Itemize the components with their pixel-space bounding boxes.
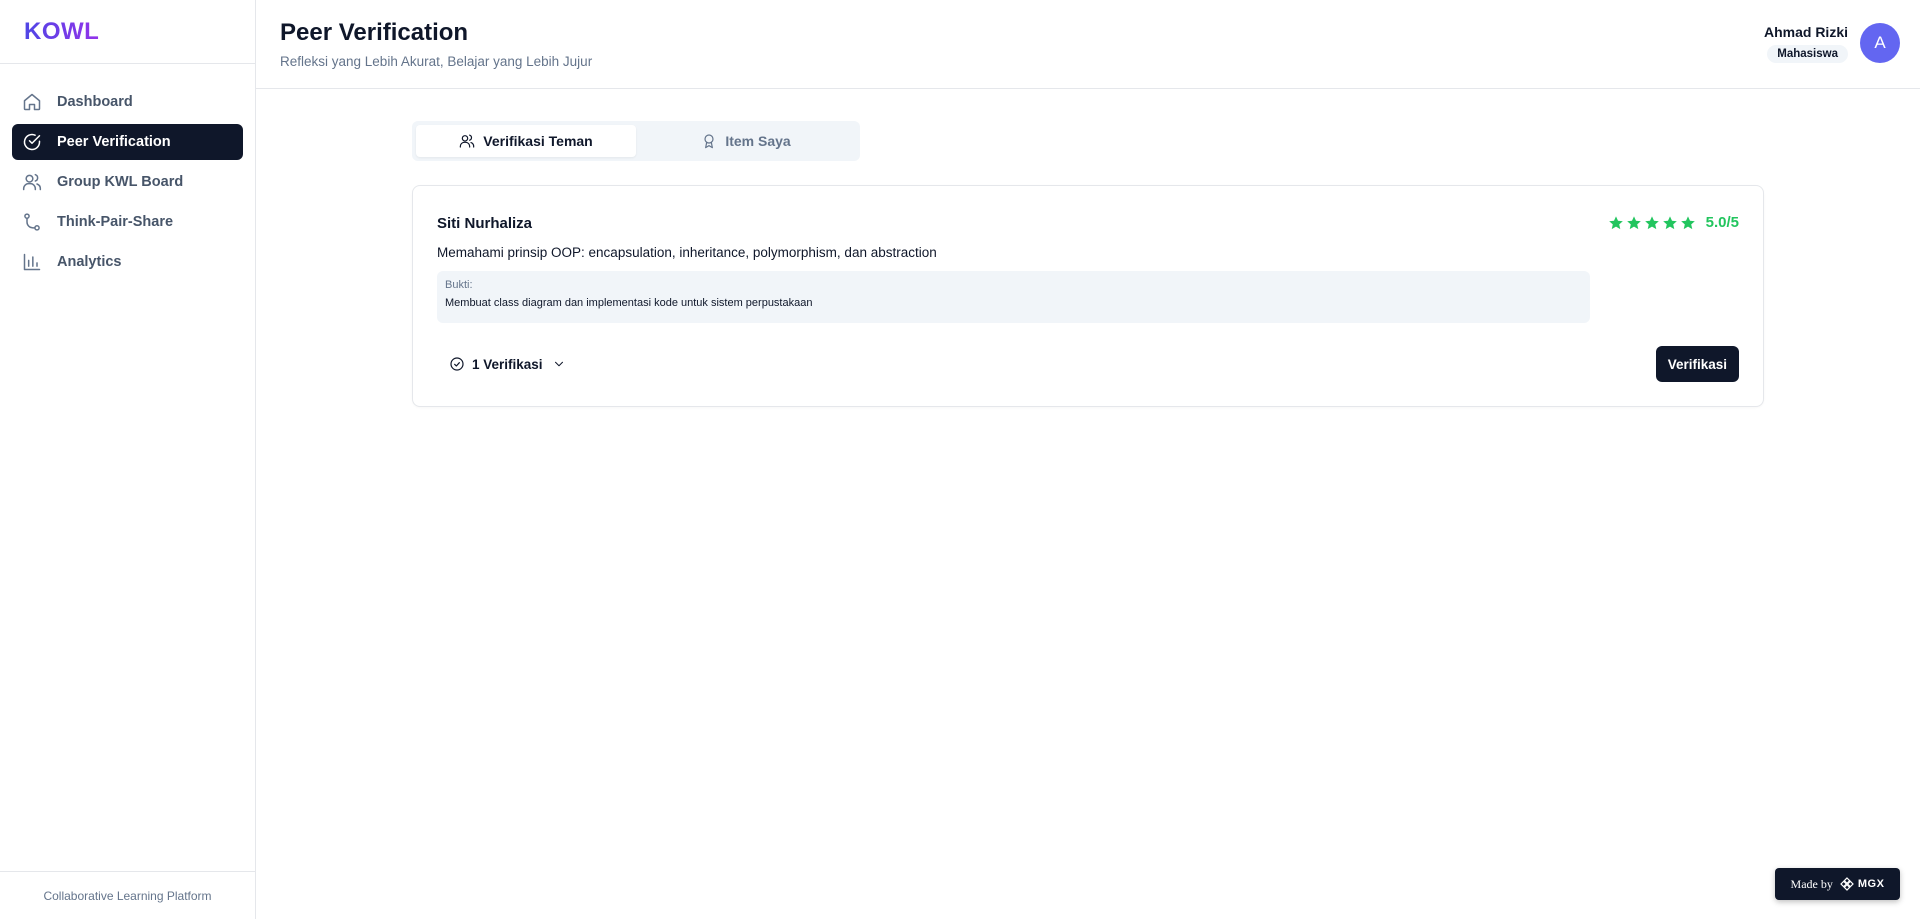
star-icon — [1608, 215, 1623, 229]
brand: KOWL — [0, 0, 255, 64]
check-circle-icon — [450, 357, 464, 371]
rating: 5.0/5 — [1608, 214, 1739, 231]
avatar[interactable]: A — [1860, 23, 1900, 63]
made-by-badge[interactable]: Made by MGX — [1775, 868, 1900, 900]
user-name: Ahmad Rizki — [1763, 24, 1848, 40]
made-by-text: Made by — [1790, 876, 1833, 891]
evidence-box: Bukti: Membuat class diagram dan impleme… — [437, 271, 1590, 323]
chevron-down-icon — [554, 361, 563, 367]
made-by-brand: MGX — [1857, 878, 1885, 890]
tab-item-saya[interactable]: Item Saya — [636, 125, 856, 157]
verify-button[interactable]: Verifikasi — [1655, 346, 1739, 382]
evidence-label: Bukti: — [445, 279, 473, 291]
award-icon — [704, 134, 714, 149]
star-icon — [1644, 215, 1659, 229]
sidebar-item-label: Peer Verification — [57, 134, 171, 150]
sidebar-item-think-pair-share[interactable]: Think-Pair-Share — [12, 204, 243, 240]
sidebar-nav: Dashboard Peer Verification Group KWL Bo… — [0, 64, 255, 280]
check-circle-icon — [22, 132, 42, 152]
mgx-logo-icon — [1840, 877, 1854, 891]
sidebar-item-analytics[interactable]: Analytics — [12, 244, 243, 280]
git-branch-icon — [22, 212, 42, 232]
verification-card: Siti Nurhaliza 5.0/5 Memahami prinsip OO… — [412, 185, 1764, 407]
tab-label: Item Saya — [725, 133, 791, 149]
user-role-badge: Mahasiswa — [1767, 45, 1848, 63]
page-header: Peer Verification Refleksi yang Lebih Ak… — [256, 0, 1920, 89]
sidebar-item-label: Think-Pair-Share — [57, 214, 174, 230]
user-info: Ahmad Rizki Mahasiswa — [1764, 23, 1848, 63]
tab-label: Verifikasi Teman — [483, 133, 593, 149]
sidebar-item-label: Analytics — [57, 254, 122, 270]
sidebar-item-peer-verification[interactable]: Peer Verification — [12, 124, 243, 160]
page-subtitle: Refleksi yang Lebih Akurat, Belajar yang… — [280, 54, 593, 69]
star-icon — [1680, 215, 1695, 229]
verification-tabs: Verifikasi Teman Item Saya — [412, 121, 860, 161]
peer-name: Siti Nurhaliza — [437, 215, 533, 232]
verification-count-toggle[interactable]: 1 Verifikasi — [449, 356, 566, 372]
sidebar-item-dashboard[interactable]: Dashboard — [12, 84, 243, 120]
sidebar-item-label: Dashboard — [57, 94, 133, 110]
user-menu[interactable]: Ahmad Rizki Mahasiswa A — [1764, 23, 1900, 63]
item-description: Memahami prinsip OOP: encapsulation, inh… — [437, 245, 937, 260]
page-title: Peer Verification — [280, 19, 469, 46]
users-icon — [22, 172, 42, 192]
brand-logo[interactable]: KOWL — [24, 18, 99, 46]
verification-count-label: 1 Verifikasi — [472, 356, 543, 372]
star-icon — [1626, 215, 1641, 229]
sidebar: KOWL Dashboard Peer Verification Group K… — [0, 0, 256, 919]
sidebar-item-group-kwl-board[interactable]: Group KWL Board — [12, 164, 243, 200]
rating-value: 5.0/5 — [1705, 214, 1739, 231]
home-icon — [22, 92, 42, 112]
tab-verifikasi-teman[interactable]: Verifikasi Teman — [416, 125, 636, 157]
bar-chart-icon — [22, 252, 42, 272]
sidebar-footer: Collaborative Learning Platform — [0, 871, 255, 919]
sidebar-item-label: Group KWL Board — [57, 174, 184, 190]
evidence-text: Membuat class diagram dan implementasi k… — [445, 297, 813, 309]
star-icon — [1662, 215, 1677, 229]
users-icon — [459, 134, 475, 148]
